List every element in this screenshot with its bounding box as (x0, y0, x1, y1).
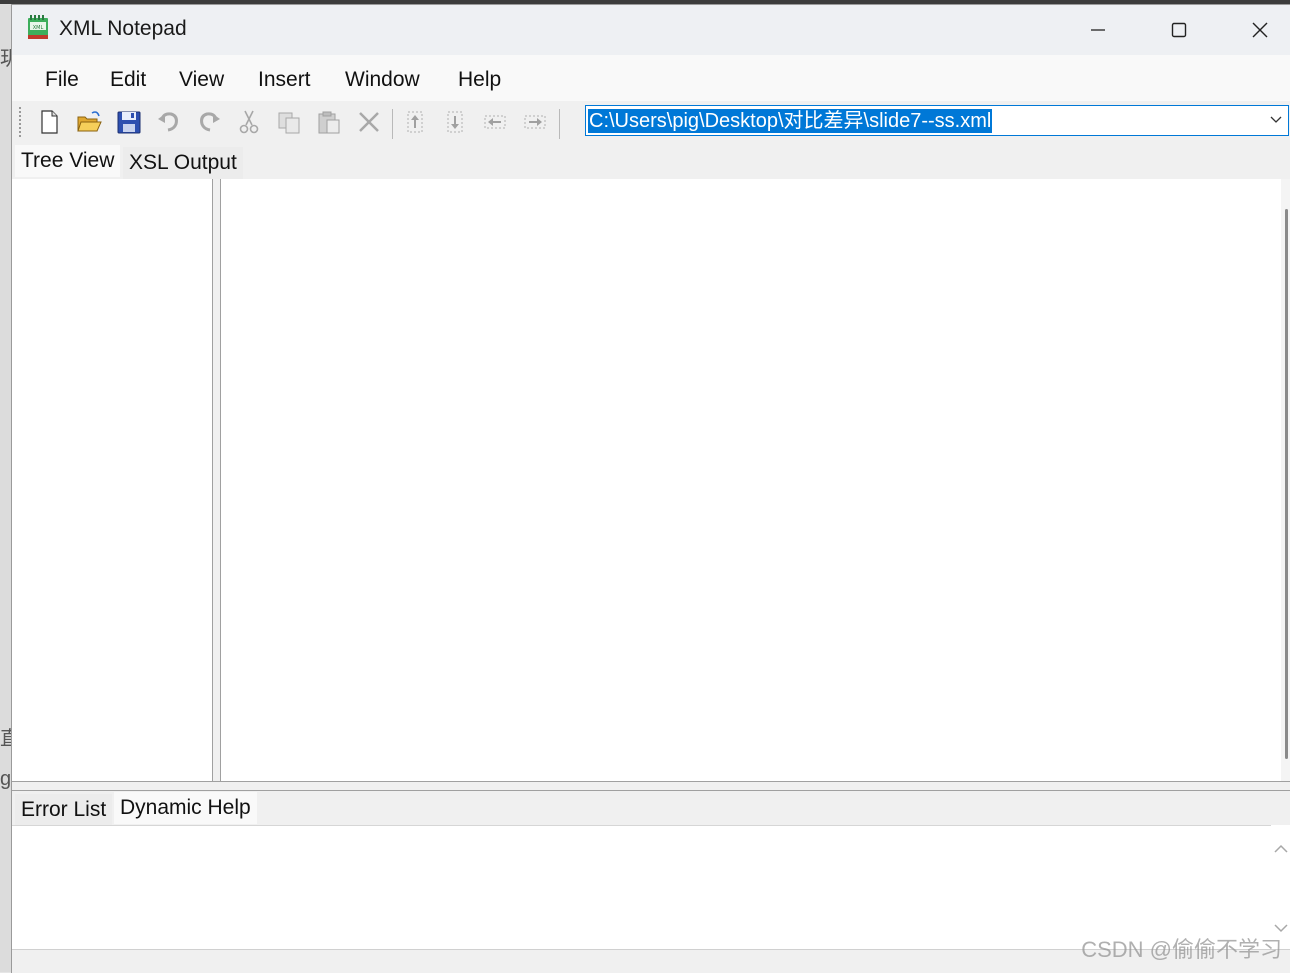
scroll-down-icon[interactable] (1274, 924, 1288, 933)
redo-icon[interactable] (196, 109, 222, 135)
tab-error-list[interactable]: Error List (15, 794, 113, 826)
tab-tree-view[interactable]: Tree View (15, 145, 121, 177)
new-file-icon[interactable] (36, 109, 62, 135)
watermark: CSDN @偷偷不学习 (1081, 937, 1282, 962)
title-bar[interactable]: XML XML Notepad (12, 5, 1290, 55)
node-text-pane[interactable] (221, 179, 1281, 781)
toolbar-separator (392, 109, 393, 139)
save-icon[interactable] (116, 109, 142, 135)
delete-icon[interactable] (356, 109, 382, 135)
maximize-icon (1171, 22, 1187, 38)
scroll-up-icon[interactable] (1274, 844, 1288, 853)
svg-text:XML: XML (33, 25, 44, 31)
nudge-left-icon[interactable] (482, 109, 508, 135)
menu-file[interactable]: File (45, 68, 79, 92)
window-title: XML Notepad (59, 17, 187, 40)
menu-view[interactable]: View (179, 68, 224, 92)
toolbar-grip[interactable] (19, 107, 21, 139)
horizontal-splitter[interactable] (12, 781, 1290, 791)
file-path-text[interactable]: C:\Users\pig\Desktop\对比差异\slide7--ss.xml (588, 109, 993, 133)
menu-bar: File Edit View Insert Window Help (12, 55, 1290, 101)
minimize-button[interactable] (1063, 5, 1133, 55)
menu-insert[interactable]: Insert (258, 68, 311, 92)
xml-notepad-window: XML XML Notepad File Edit View Insert Wi… (11, 4, 1290, 973)
nudge-right-icon[interactable] (522, 109, 548, 135)
maximize-button[interactable] (1144, 5, 1214, 55)
menu-window[interactable]: Window (345, 68, 420, 92)
xml-notepad-icon: XML (28, 15, 48, 39)
minimize-icon (1091, 29, 1105, 31)
help-vertical-scrollbar[interactable] (1271, 825, 1290, 949)
menu-edit[interactable]: Edit (110, 68, 146, 92)
nudge-down-icon[interactable] (442, 109, 468, 135)
copy-icon[interactable] (276, 109, 302, 135)
background-glyph: g (0, 768, 12, 790)
bottom-tab-strip: Error List Dynamic Help (12, 791, 1290, 826)
tab-xsl-output[interactable]: XSL Output (123, 147, 243, 179)
file-path-combobox[interactable]: C:\Users\pig\Desktop\对比差异\slide7--ss.xml (585, 105, 1289, 136)
close-button[interactable] (1225, 5, 1290, 55)
tree-view-pane[interactable] (12, 179, 212, 781)
nudge-up-icon[interactable] (402, 109, 428, 135)
menu-help[interactable]: Help (458, 68, 501, 92)
tab-dynamic-help[interactable]: Dynamic Help (114, 792, 257, 824)
paste-icon[interactable] (316, 109, 342, 135)
undo-icon[interactable] (156, 109, 182, 135)
scroll-arrows[interactable] (1271, 825, 1290, 949)
close-icon (1252, 22, 1268, 38)
cut-icon[interactable] (236, 109, 262, 135)
chevron-down-icon[interactable] (1270, 116, 1282, 124)
main-vertical-scrollbar[interactable] (1281, 179, 1290, 781)
toolbar-separator (559, 109, 560, 139)
scrollbar-thumb[interactable] (1285, 209, 1288, 759)
vertical-splitter[interactable] (212, 179, 221, 781)
open-folder-icon[interactable] (76, 109, 102, 135)
